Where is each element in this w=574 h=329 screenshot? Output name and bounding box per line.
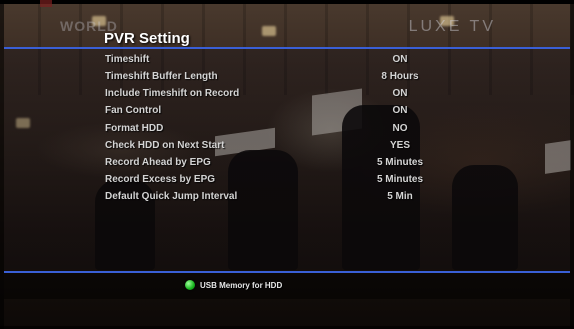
left-frame (0, 0, 4, 329)
setting-label: Format HDD (105, 123, 164, 134)
corner-tab (40, 0, 52, 7)
setting-label: Default Quick Jump Interval (105, 191, 238, 202)
green-button-icon (185, 280, 195, 290)
setting-value[interactable]: 8 Hours (355, 71, 445, 82)
tv-screen: WORLD LUXE TV PVR Setting Timeshift ON T… (0, 0, 574, 329)
setting-value[interactable]: 5 Min (355, 191, 445, 202)
setting-row-format-hdd[interactable]: Format HDD NO (105, 123, 445, 140)
setting-label: Record Ahead by EPG (105, 157, 211, 168)
menu-title: PVR Setting (104, 30, 190, 47)
setting-label: Timeshift Buffer Length (105, 71, 218, 82)
setting-value[interactable]: NO (355, 123, 445, 134)
setting-value[interactable]: 5 Minutes (355, 157, 445, 168)
setting-row-record-excess-by-epg[interactable]: Record Excess by EPG 5 Minutes (105, 174, 445, 191)
right-frame (570, 0, 574, 329)
setting-row-timeshift[interactable]: Timeshift ON (105, 54, 445, 71)
setting-value[interactable]: ON (355, 54, 445, 65)
green-key-hint[interactable]: USB Memory for HDD (185, 278, 282, 292)
title-divider (4, 47, 570, 49)
setting-value[interactable]: 5 Minutes (355, 174, 445, 185)
setting-label: Fan Control (105, 105, 162, 116)
setting-row-default-quick-jump-interval[interactable]: Default Quick Jump Interval 5 Min (105, 191, 445, 208)
setting-label: Check HDD on Next Start (105, 140, 225, 151)
top-frame (0, 0, 574, 4)
setting-label: Timeshift (105, 54, 150, 65)
setting-value[interactable]: YES (355, 140, 445, 151)
setting-value[interactable]: ON (355, 105, 445, 116)
setting-label: Record Excess by EPG (105, 174, 216, 185)
green-key-hint-label: USB Memory for HDD (200, 280, 283, 290)
setting-row-check-hdd-on-next-start[interactable]: Check HDD on Next Start YES (105, 140, 445, 157)
channel-logo-right: LUXE TV (408, 18, 496, 35)
setting-row-record-ahead-by-epg[interactable]: Record Ahead by EPG 5 Minutes (105, 157, 445, 174)
setting-value[interactable]: ON (355, 88, 445, 99)
background-light (262, 26, 276, 36)
setting-row-include-timeshift-on-record[interactable]: Include Timeshift on Record ON (105, 88, 445, 105)
setting-row-timeshift-buffer-length[interactable]: Timeshift Buffer Length 8 Hours (105, 71, 445, 88)
setting-row-fan-control[interactable]: Fan Control ON (105, 105, 445, 122)
setting-label: Include Timeshift on Record (105, 88, 240, 99)
footer-bar (4, 273, 570, 299)
